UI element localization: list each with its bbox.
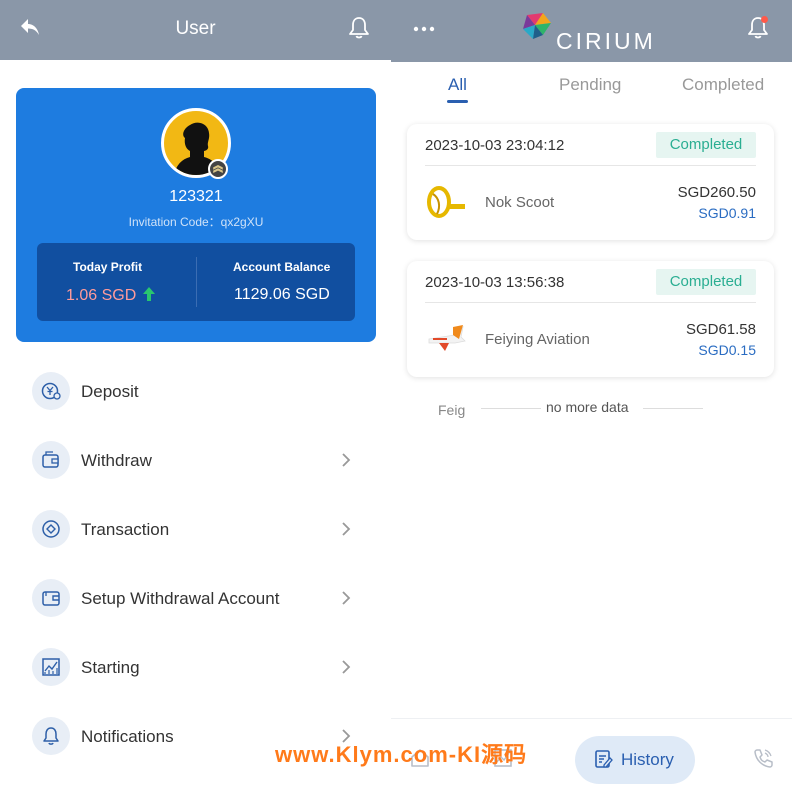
chevron-right-icon — [342, 522, 351, 536]
order-card[interactable]: 2023-10-03 23:04:12 Completed Nok Scoot … — [407, 124, 774, 240]
stats-divider — [196, 257, 197, 307]
menu-item-transaction[interactable]: Transaction — [0, 496, 391, 565]
feiying-aviation-logo-icon — [428, 325, 466, 351]
chevron-right-icon — [342, 660, 351, 674]
airline-name: Feiying Aviation — [485, 331, 590, 348]
active-tab-indicator — [447, 100, 468, 103]
menu-label: Deposit — [81, 382, 139, 401]
up-arrow-icon — [143, 287, 156, 301]
airline-name: Nok Scoot — [485, 194, 555, 211]
more-dots-icon[interactable] — [413, 24, 435, 34]
notification-dot — [761, 16, 768, 23]
user-header: User — [0, 0, 391, 60]
user-panel: User 123321 Invitation Code：qx2gXU Today… — [0, 0, 391, 787]
card-divider — [425, 165, 756, 166]
menu-item-withdraw[interactable]: Withdraw — [0, 427, 391, 496]
today-profit-value: 1.06 SGD — [66, 286, 156, 305]
tab-completed[interactable]: Completed — [682, 75, 764, 95]
divider-line — [643, 408, 703, 409]
order-fee: SGD0.91 — [698, 205, 756, 221]
order-amount: SGD61.58 — [685, 321, 756, 338]
ghost-text: Feig — [438, 402, 466, 418]
status-badge: Completed — [656, 132, 756, 158]
user-menu: Deposit Withdraw Transaction Setup Withd… — [0, 358, 391, 772]
no-more-text: no more data — [546, 399, 629, 415]
order-card[interactable]: 2023-10-03 13:56:38 Completed Feiying Av… — [407, 261, 774, 377]
chevron-right-icon — [342, 453, 351, 467]
chevron-right-icon — [342, 591, 351, 605]
status-badge: Completed — [656, 269, 756, 295]
menu-item-starting[interactable]: Starting — [0, 634, 391, 703]
wallet-icon — [32, 441, 70, 479]
today-profit-label: Today Profit — [73, 260, 143, 274]
card-divider — [425, 302, 756, 303]
stats-box: Today Profit 1.06 SGD Account Balance 11… — [37, 243, 355, 321]
bell-icon[interactable] — [347, 15, 371, 41]
order-time: 2023-10-03 23:04:12 — [425, 137, 565, 154]
menu-label: Setup Withdrawal Account — [81, 589, 280, 608]
history-panel: CIRIUM All Pending Completed 2023-10-03 … — [391, 0, 792, 787]
history-icon — [595, 750, 613, 768]
account-balance-label: Account Balance — [233, 260, 331, 274]
phone-icon[interactable] — [752, 747, 774, 769]
today-profit-amount: 1.06 SGD — [66, 287, 137, 304]
brand-name: CIRIUM — [556, 28, 656, 54]
nok-scoot-logo-icon — [427, 186, 465, 218]
deposit-icon — [32, 372, 70, 410]
transaction-icon — [32, 510, 70, 548]
menu-label: Withdraw — [81, 451, 152, 470]
username: 123321 — [169, 188, 223, 205]
order-fee: SGD0.15 — [698, 342, 756, 358]
history-header: CIRIUM — [391, 0, 792, 62]
order-time: 2023-10-03 13:56:38 — [425, 274, 565, 291]
menu-label: Notifications — [81, 727, 174, 746]
menu-label: Transaction — [81, 520, 170, 539]
page-title: User — [175, 18, 216, 39]
bell-icon — [32, 717, 70, 755]
list-end-indicator: Feig no more data — [391, 398, 792, 420]
account-balance-value: 1129.06 SGD — [234, 286, 330, 303]
nav-history-button[interactable]: History — [575, 736, 695, 784]
divider-line — [481, 408, 541, 409]
cirium-logo-icon — [523, 13, 551, 39]
menu-item-deposit[interactable]: Deposit — [0, 358, 391, 427]
menu-item-setup-withdrawal-account[interactable]: Setup Withdrawal Account — [0, 565, 391, 634]
vip-badge-icon — [208, 159, 228, 179]
tab-pending[interactable]: Pending — [559, 75, 621, 95]
card-icon — [32, 579, 70, 617]
profile-card: 123321 Invitation Code：qx2gXU Today Prof… — [16, 88, 376, 342]
tab-all[interactable]: All — [448, 75, 467, 95]
invitation-code: Invitation Code：qx2gXU — [128, 215, 264, 229]
watermark-text: www.Klym.com-KI源码 — [275, 742, 528, 767]
nav-history-label: History — [621, 750, 674, 769]
menu-label: Starting — [81, 658, 140, 677]
history-tabs: All Pending Completed — [391, 62, 792, 112]
order-amount: SGD260.50 — [677, 184, 756, 201]
chart-icon — [32, 648, 70, 686]
